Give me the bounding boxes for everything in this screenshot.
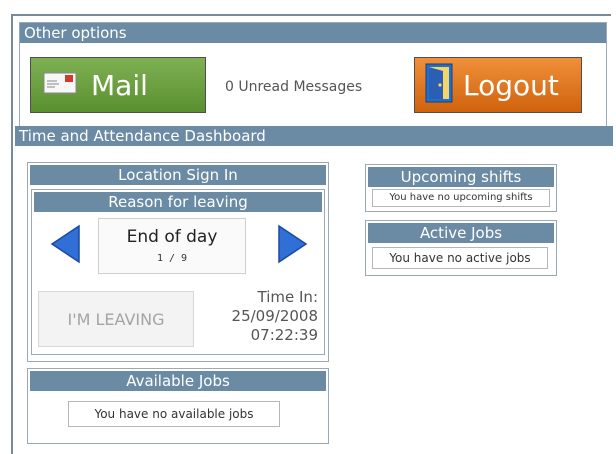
mail-button[interactable]: Mail (30, 57, 206, 113)
active-jobs-header: Active Jobs (368, 223, 554, 243)
location-sign-in-panel: Location Sign In Reason for leaving End … (27, 162, 329, 362)
dashboard-title-bar: Time and Attendance Dashboard (15, 126, 613, 146)
logout-button-label: Logout (463, 68, 559, 102)
available-jobs-panel: Available Jobs You have no available job… (27, 368, 329, 444)
other-options-header: Other options (20, 23, 606, 43)
upcoming-shifts-header: Upcoming shifts (368, 167, 554, 187)
app-window: Other options Mail 0 Unread Messages Log… (11, 14, 613, 454)
logout-button[interactable]: Logout (414, 57, 582, 113)
time-in-info: Time In: 25/09/2008 07:22:39 (198, 288, 318, 345)
reason-value: End of day (126, 227, 218, 247)
available-jobs-message: You have no available jobs (68, 401, 280, 427)
available-jobs-header: Available Jobs (30, 371, 326, 391)
previous-reason-button[interactable] (38, 218, 94, 274)
arrow-left-icon (49, 224, 83, 268)
time-in-time: 07:22:39 (250, 326, 318, 344)
door-icon (425, 63, 453, 107)
reason-selector-display: End of day 1 / 9 (98, 218, 246, 274)
arrow-right-icon (275, 224, 309, 268)
active-jobs-panel: Active Jobs You have no active jobs (365, 220, 557, 276)
mail-button-label: Mail (91, 68, 148, 102)
active-jobs-message: You have no active jobs (372, 247, 548, 269)
reason-for-leaving-panel: Reason for leaving End of day 1 / 9 I'M … (31, 189, 325, 355)
reason-counter: 1 / 9 (156, 253, 188, 264)
envelope-icon (43, 71, 77, 99)
unread-messages-count: 0 Unread Messages (225, 79, 363, 95)
time-in-label: Time In: (257, 288, 318, 306)
time-in-date: 25/09/2008 (231, 307, 318, 325)
upcoming-shifts-panel: Upcoming shifts You have no upcoming shi… (365, 164, 557, 212)
im-leaving-button[interactable]: I'M LEAVING (38, 291, 194, 347)
upcoming-shifts-message: You have no upcoming shifts (372, 189, 550, 207)
other-options-panel: Other options Mail 0 Unread Messages Log… (19, 22, 607, 132)
location-sign-in-header: Location Sign In (30, 165, 326, 185)
reason-for-leaving-header: Reason for leaving (34, 192, 322, 212)
next-reason-button[interactable] (264, 218, 320, 274)
